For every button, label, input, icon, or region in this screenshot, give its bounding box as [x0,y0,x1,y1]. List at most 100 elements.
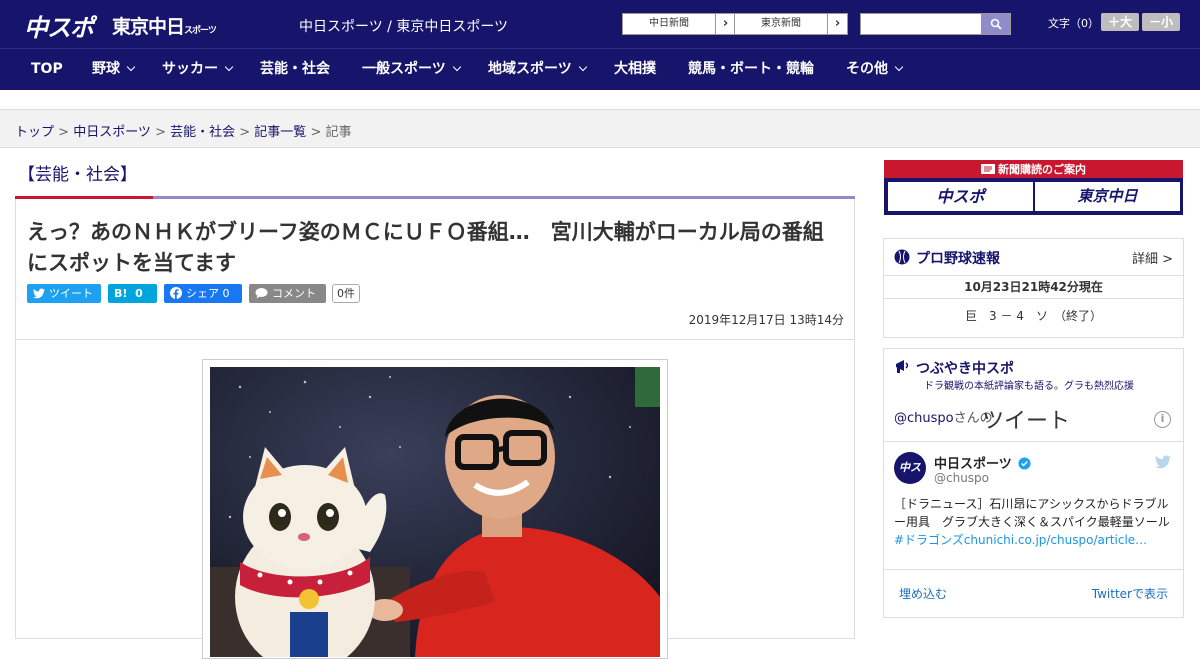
search-box [860,13,1011,35]
breadcrumb-current: 記事 [325,125,352,140]
nav-item-general-sports[interactable]: 一般スポーツ [362,49,461,90]
twitter-widget: つぶやき中スポ ドラ観戦の本紙評論家も語る。グラも熱烈応援 @chuspoさんの… [883,348,1184,618]
chevron-down-icon [578,62,587,72]
subscription-heading: 新聞購読のご案内 [884,161,1183,177]
tweet-hashtag-link[interactable]: #ドラゴンズchunichi.co.jp/chuspo/article… [894,533,1147,547]
breadcrumb-sep: > [54,125,74,140]
nav-item-label: サッカー [162,61,218,77]
facebook-icon [170,287,182,299]
chevron-right-icon: › [827,14,847,34]
chevron-down-icon [126,62,136,72]
nav-item-label: 競馬・ボート・競輪 [688,61,814,77]
subscribe-chuspo-button[interactable]: 中スポ [888,182,1033,211]
breadcrumb: トップ > 中日スポーツ > 芸能・社会 > 記事一覧 > 記事 [0,110,1200,148]
nav-item-label: TOP [31,61,63,77]
breadcrumb-sep: > [150,125,171,140]
speech-bubble-icon [255,288,268,299]
tokyo-chunichi-logo[interactable]: 東京中日スポーツ [112,12,217,39]
tweet-button[interactable]: ツイート [27,284,101,303]
baseball-updated-time: 10月23日21時42分現在 [884,275,1183,299]
avatar[interactable]: 中ス [894,452,926,484]
chevron-down-icon [452,62,461,72]
subscription-banner: 新聞購読のご案内 中スポ 東京中日 [884,160,1183,215]
tweet-author-id[interactable]: @chuspo [934,471,989,485]
article-photo[interactable] [210,367,660,657]
hatena-b-icon: B! [114,287,128,300]
tokyo-shimbun-link[interactable]: 東京新聞 › [734,13,848,35]
nav-item-entertainment[interactable]: 芸能・社会 [260,49,330,90]
tweet-text: ［ドラニュース］石川昂にアシックスからドラブルー用具 グラブ大きく深く＆スパイク… [894,495,1174,549]
chevron-down-icon [224,62,234,72]
font-smaller-button[interactable]: －小 [1142,13,1180,31]
hatena-bookmark-button[interactable]: B! 0 [108,284,157,303]
subscription-heading-label: 新聞購読のご案内 [998,163,1086,176]
baseball-score[interactable]: 巨 3 － 4 ソ （終了） [884,307,1183,324]
chuspo-logo[interactable]: 中スポ [24,8,94,43]
nav-item-baseball[interactable]: 野球 [92,49,136,90]
search-input[interactable] [861,14,982,34]
tokyo-shimbun-link-label: 東京新聞 [761,18,801,29]
font-bigger-button[interactable]: ＋大 [1101,13,1139,31]
nav-item-soccer[interactable]: サッカー [162,49,234,90]
twitter-bird-icon[interactable] [1155,455,1171,469]
search-icon [990,18,1002,30]
hatena-count: 0 [135,287,143,300]
breadcrumb-link-chuspo[interactable]: 中日スポーツ [73,125,151,140]
article-card: えっ？あのＮＨＫがブリーフ姿のＭＣにＵＦＯ番組… 宮川大輔がローカル局の番組にス… [15,199,855,659]
site-name: 中日スポーツ / 東京中日スポーツ [299,19,509,35]
breadcrumb-sep: > [306,125,326,140]
tweet-author-name[interactable]: 中日スポーツ [934,453,1031,472]
twitter-bird-icon [33,288,45,299]
tweet-author-name-text: 中日スポーツ [934,457,1012,472]
chevron-right-icon: › [715,14,735,34]
baseball-box-title: プロ野球速報 [916,251,1000,267]
comment-button[interactable]: コメント [249,284,326,303]
facebook-share-button[interactable]: シェア 0 [164,284,242,303]
comment-count-badge[interactable]: 0件 [332,284,360,303]
breadcrumb-link-article-list[interactable]: 記事一覧 [254,125,306,140]
comment-button-label: コメント [272,287,316,300]
twitter-footer-divider [884,569,1183,570]
category-heading: 【芸能・社会】 [18,165,137,185]
nav-item-other[interactable]: その他 [846,49,904,90]
newspaper-icon [981,164,995,174]
twitter-widget-subtitle: ドラ観戦の本紙評論家も語る。グラも熱烈応援 [924,381,1134,392]
twitter-heading: ツイート [982,409,1071,434]
view-on-twitter-link[interactable]: Twitterで表示 [1092,585,1168,602]
breadcrumb-link-entertainment[interactable]: 芸能・社会 [170,125,235,140]
article-divider [16,339,854,340]
nav-item-top[interactable]: TOP [31,49,63,90]
chunichi-shimbun-link[interactable]: 中日新聞 › [622,13,736,35]
nav-item-label: 一般スポーツ [362,61,446,77]
facebook-share-label: シェア 0 [186,287,230,300]
info-icon[interactable]: i [1154,411,1171,428]
article-headline: えっ？あのＮＨＫがブリーフ姿のＭＣにＵＦＯ番組… 宮川大輔がローカル局の番組にス… [27,220,824,275]
article-date: 2019年12月17日 13時14分 [688,313,844,327]
tweet-button-label: ツイート [49,287,93,300]
tweet-body: ［ドラニュース］石川昂にアシックスからドラブルー用具 グラブ大きく深く＆スパイク… [894,497,1170,529]
nav-item-racing[interactable]: 競馬・ボート・競輪 [688,49,814,90]
breadcrumb-sep: > [235,125,255,140]
twitter-widget-title: つぶやき中スポ [916,361,1014,377]
baseball-icon [894,249,910,265]
spacer-bar [0,90,1200,110]
nav-item-label: 野球 [92,61,120,77]
nav-item-label: 芸能・社会 [260,61,330,77]
twitter-handle-link[interactable]: @chuspo [894,411,954,426]
baseball-details-link[interactable]: 詳細 > [1132,248,1173,267]
chevron-down-icon [894,62,904,72]
main-nav: TOP 野球 サッカー 芸能・社会 一般スポーツ 地域スポーツ 大相撲 競馬・ボ… [0,48,1200,90]
breadcrumb-link-top[interactable]: トップ [15,125,54,140]
nav-item-local-sports[interactable]: 地域スポーツ [488,49,587,90]
embed-link[interactable]: 埋め込む [899,585,947,602]
twitter-handle-line: @chuspoさんの [894,407,993,426]
article-photo-image [210,367,660,657]
subscribe-tokyo-chunichi-button[interactable]: 東京中日 [1035,182,1180,211]
search-button[interactable] [981,14,1010,34]
verified-badge-icon [1018,457,1031,470]
nav-item-label: 大相撲 [614,61,656,77]
baseball-score-box: プロ野球速報 詳細 > 10月23日21時42分現在 巨 3 － 4 ソ （終了… [883,238,1184,338]
font-size-label: 文字（0） [1048,17,1099,30]
tokyo-chunichi-logo-text: 東京中日 [112,16,185,38]
nav-item-sumo[interactable]: 大相撲 [614,49,656,90]
